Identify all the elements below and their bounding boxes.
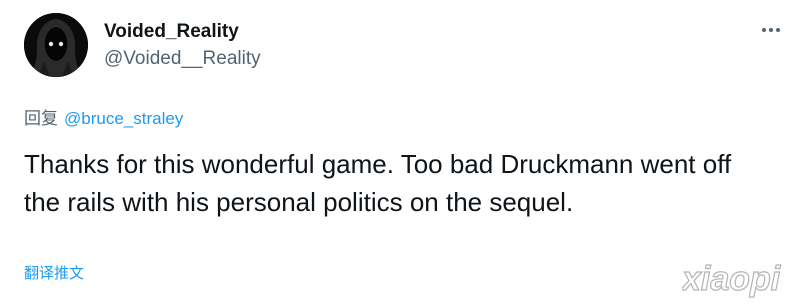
more-dots-icon [769, 28, 773, 32]
watermark-text: xiaopi [682, 260, 782, 298]
more-options-button[interactable] [756, 18, 786, 42]
reply-prefix: 回复 [24, 109, 58, 128]
more-dots-icon [776, 28, 780, 32]
reply-mention-link[interactable]: @bruce_straley [64, 109, 183, 128]
reply-context: 回复 @bruce_straley [24, 104, 183, 129]
hooded-figure-icon [24, 13, 88, 77]
watermark-logo: xiaopi [682, 259, 782, 298]
author-handle[interactable]: @Voided__Reality [104, 48, 261, 70]
more-dots-icon [762, 28, 766, 32]
tweet-text: Thanks for this wonderful game. Too bad … [24, 149, 732, 217]
tweet-card: Voided_Reality @Voided__Reality 回复 @bruce… [0, 0, 800, 304]
author-display-name[interactable]: Voided_Reality [104, 21, 239, 43]
author-avatar[interactable] [24, 13, 88, 77]
translate-tweet-link[interactable]: 翻译推文 [24, 262, 84, 283]
